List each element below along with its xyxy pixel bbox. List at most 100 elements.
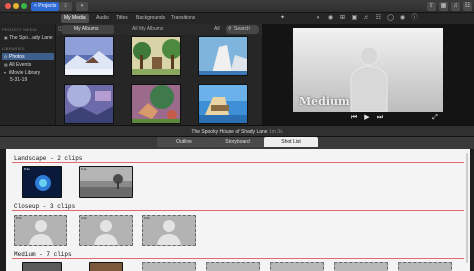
libraries-sidebar: PROJECT MEDIA ▣The Spo...ady Lane LIBRAR… (0, 24, 56, 125)
trailer-tabs: Outline Storyboard Shot List (0, 137, 474, 149)
clip-duration: 3.4s (144, 216, 150, 220)
person-silhouette-icon (15, 216, 66, 245)
sidebar-item-label: iMovie Library (9, 70, 41, 76)
album-title: All My Albums (132, 26, 164, 32)
media-grid (56, 35, 262, 125)
close-window-button[interactable] (5, 3, 11, 9)
media-thumbnail[interactable] (131, 36, 181, 76)
shot-clip-placeholder[interactable]: 3.1s (79, 215, 133, 246)
clip-duration: 5.1s (16, 216, 22, 220)
album-bar: ◫ My Albums All My Albums All ⚲ Search (56, 24, 262, 35)
section-label-landscape: Landscape - 2 clips (14, 155, 83, 162)
magic-wand-icon[interactable]: ✦ (278, 14, 287, 23)
section-divider (12, 210, 464, 211)
tab-outline[interactable]: Outline (157, 137, 211, 147)
section-divider (12, 258, 464, 259)
sidebar-toggle-icon[interactable]: ☷ (463, 2, 472, 11)
play-icon[interactable]: ▶ (362, 113, 372, 123)
skip-forward-icon[interactable]: ⏭ (375, 113, 385, 123)
audio-icon[interactable]: ♫ (451, 2, 460, 11)
dropdown-icon[interactable]: ▾ (76, 2, 88, 11)
clip-duration: 3.1s (81, 216, 87, 220)
import-icon[interactable]: ⇩ (59, 2, 72, 11)
shot-clip[interactable]: 5.1s (79, 166, 133, 198)
imovie-window: < Projects ⇩ ▾ ⇧ ▦ ♫ ☷ My Media Audio Ti… (0, 0, 474, 271)
tab-my-media[interactable]: My Media (61, 14, 89, 23)
media-thumbnail[interactable] (64, 84, 114, 124)
tab-audio[interactable]: Audio (93, 14, 112, 23)
shot-clip-placeholder[interactable] (334, 262, 388, 271)
project-duration: 1m 3s (268, 129, 283, 135)
clip-thumbnail (23, 167, 61, 197)
tab-titles[interactable]: Titles (113, 14, 131, 23)
project-header: The Spooky House of Shady Lane 1m 3s (0, 125, 474, 137)
stabilization-icon[interactable]: ▣ (350, 14, 359, 23)
share-icon[interactable]: ⇧ (427, 2, 436, 11)
color-balance-icon[interactable]: ◐ (314, 14, 323, 23)
crop-icon[interactable]: ⊞ (338, 14, 347, 23)
clip-duration: 8.3s (24, 167, 30, 171)
projects-button[interactable]: < Projects (31, 2, 60, 11)
clip-duration: 5.1s (81, 167, 87, 171)
zoom-window-button[interactable] (21, 3, 27, 9)
search-placeholder: Search (234, 26, 250, 32)
skip-back-icon[interactable]: ⏮ (349, 113, 359, 123)
shot-clip-placeholder[interactable]: 5.1s (14, 215, 67, 246)
media-thumbnail[interactable] (64, 36, 114, 76)
toolbar: < Projects ⇩ ▾ ⇧ ▦ ♫ ☷ (0, 0, 474, 13)
media-thumbnail[interactable] (198, 84, 248, 124)
shot-clip[interactable] (89, 262, 123, 271)
info-icon[interactable]: ⓘ (410, 14, 419, 23)
shot-list-scrollbar[interactable] (466, 153, 468, 263)
media-thumbnail[interactable] (131, 84, 181, 124)
shot-clip[interactable]: 8.3s (22, 166, 62, 198)
sidebar-item-all-events[interactable]: ▦All Events (2, 61, 54, 68)
shot-clip-placeholder[interactable] (206, 262, 260, 271)
shot-clip-placeholder[interactable]: 3.4s (142, 215, 196, 246)
sidebar-item-label: All Events (9, 62, 32, 68)
sidebar-item-project[interactable]: ▣The Spo...ady Lane (2, 34, 54, 41)
project-name: The Spooky House of Shady Lane (191, 129, 268, 135)
person-silhouette-icon (143, 216, 195, 245)
libraries-header: LIBRARIES (2, 46, 25, 51)
noise-reduction-icon[interactable]: ☷ (374, 14, 383, 23)
filter-select[interactable]: All (214, 25, 220, 34)
tab-backgrounds[interactable]: Backgrounds (133, 14, 168, 23)
fullscreen-icon[interactable]: ⤢ (430, 113, 440, 123)
volume-icon[interactable]: ♬ (362, 14, 371, 23)
project-media-header: PROJECT MEDIA (2, 27, 37, 32)
tab-shot-list[interactable]: Shot List (264, 137, 318, 147)
tab-storyboard[interactable]: Storyboard (211, 137, 264, 147)
media-thumbnail[interactable] (198, 36, 248, 76)
section-divider (12, 162, 464, 163)
adjustments-bar: ✦ ◐ ◉ ⊞ ▣ ♬ ☷ ◯ ◉ ⓘ (262, 13, 474, 24)
minimize-window-button[interactable] (13, 3, 19, 9)
media-browser-icon[interactable]: ▦ (439, 2, 448, 11)
sidebar-item-imovie-library[interactable]: ▾ iMovie Library (2, 69, 54, 76)
clip-thumbnail (80, 167, 132, 197)
shot-list: Landscape - 2 clips 8.3s 5.1s Closeup - … (6, 149, 470, 271)
shot-clip-placeholder[interactable] (270, 262, 324, 271)
clip-filter-icon[interactable]: ◉ (398, 14, 407, 23)
preview-shot-label: Medium (299, 95, 350, 108)
shot-clip[interactable] (22, 262, 62, 271)
sidebar-item-photos[interactable]: ✿ Photos (2, 53, 54, 60)
viewer: Medium ⏮ ▶ ⏭ ⤢ (262, 24, 474, 125)
section-label-medium: Medium - 7 clips (14, 251, 72, 258)
sidebar-item-label: Photos (9, 54, 25, 60)
person-silhouette-icon (80, 216, 132, 245)
browser-tab-bar: My Media Audio Titles Backgrounds Transi… (0, 13, 262, 24)
color-correction-icon[interactable]: ◉ (326, 14, 335, 23)
sidebar-item-event[interactable]: 5-31-19 (2, 77, 54, 84)
tab-transitions[interactable]: Transitions (168, 14, 198, 23)
shot-clip-placeholder[interactable] (398, 262, 452, 271)
search-icon: ⚲ (228, 26, 232, 32)
sidebar-item-label: 5-31-19 (10, 77, 28, 83)
section-label-closeup: Closeup - 3 clips (14, 203, 76, 210)
speed-icon[interactable]: ◯ (386, 14, 395, 23)
shot-clip-placeholder[interactable] (142, 262, 196, 271)
album-select[interactable]: My Albums (62, 25, 114, 34)
preview-frame: Medium (293, 28, 443, 112)
sidebar-item-label: The Spo...ady Lane (9, 35, 53, 41)
search-input[interactable]: ⚲ Search (226, 25, 259, 34)
